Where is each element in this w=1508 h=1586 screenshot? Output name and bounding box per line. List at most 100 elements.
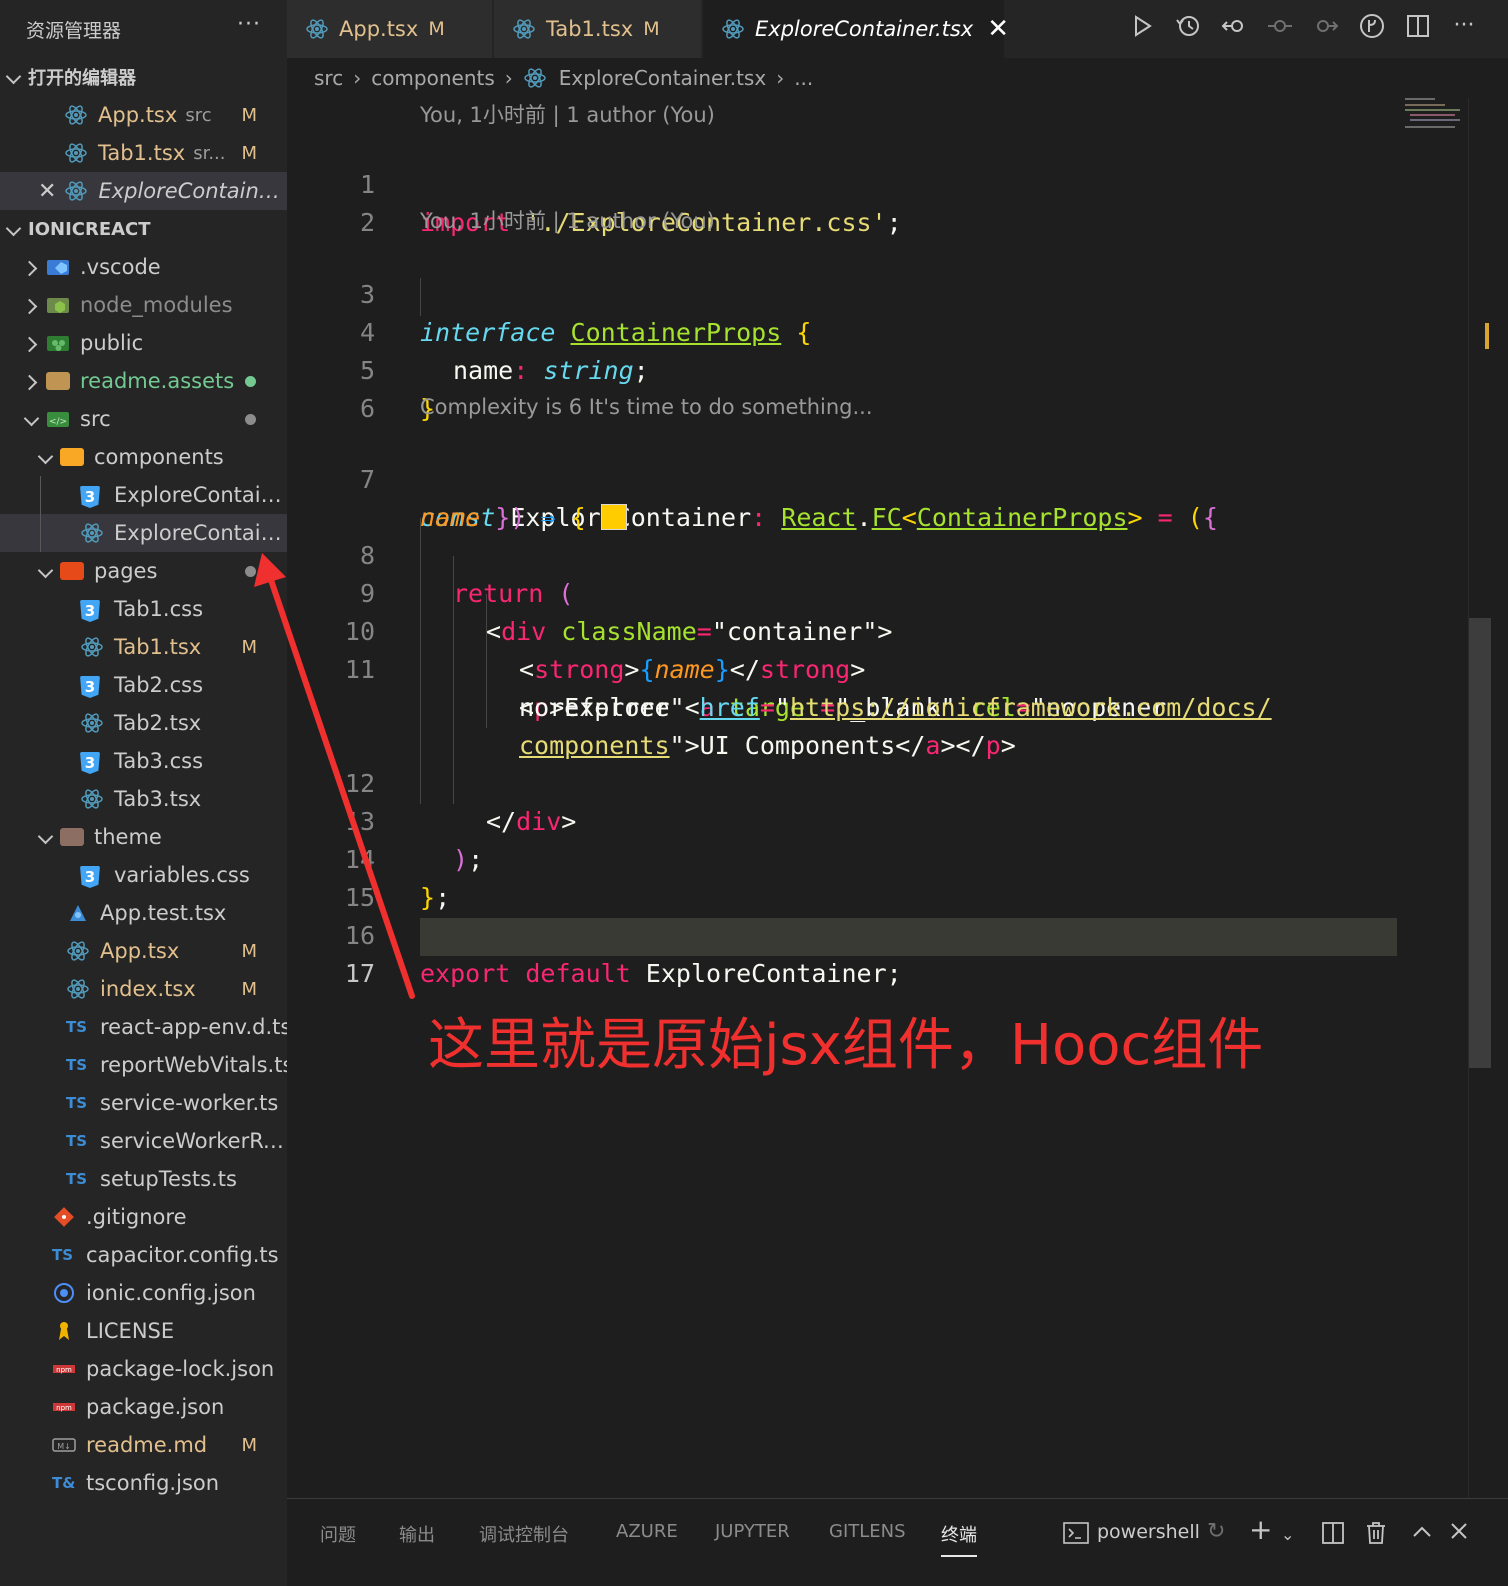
tree-file[interactable]: Tab2.tsx: [0, 704, 287, 742]
editor-tab-bar: App.tsx M Tab1.tsx M ExploreContainer.ts…: [287, 0, 1508, 58]
react-icon: [64, 103, 88, 127]
code-line: 13 );: [287, 765, 1397, 874]
vertical-scrollbar[interactable]: [1468, 98, 1491, 1498]
chevron-right-icon: [24, 298, 38, 312]
more-actions-icon[interactable]: ···: [1450, 12, 1478, 40]
tab-output[interactable]: 输出: [399, 1521, 435, 1547]
tree-indent-guide: [40, 476, 41, 552]
folder-name: src: [80, 407, 111, 431]
tree-folder[interactable]: theme: [0, 818, 287, 856]
tab-explorecontainer-tsx[interactable]: ExploreContainer.tsx ✕: [703, 0, 1009, 58]
split-terminal-icon[interactable]: [1321, 1521, 1345, 1551]
tree-file[interactable]: TS capacitor.config.ts: [0, 1236, 287, 1274]
tab-debug-console[interactable]: 调试控制台: [479, 1521, 569, 1547]
previous-change-icon[interactable]: [1220, 12, 1248, 40]
code-line: 7 const ExploreContainer: React.FC<Conta…: [287, 423, 1397, 532]
tab-tab1-tsx[interactable]: Tab1.tsx M: [494, 0, 702, 58]
tree-file[interactable]: ionic.config.json: [0, 1274, 287, 1312]
tree-folder[interactable]: node_modules: [0, 286, 287, 324]
tree-file[interactable]: .gitignore: [0, 1198, 287, 1236]
tree-file[interactable]: App.tsx M: [0, 932, 287, 970]
tree-file[interactable]: 3 ExploreContain...: [0, 476, 287, 514]
chevron-down-icon[interactable]: ⌄: [1281, 1525, 1294, 1544]
history-icon[interactable]: [1174, 12, 1202, 40]
trash-icon[interactable]: [1365, 1521, 1387, 1551]
code-editor[interactable]: You, 1小时前 | 1 author (You) 1 import './E…: [287, 98, 1468, 1498]
close-icon[interactable]: ✕: [38, 179, 56, 204]
tree-file[interactable]: TS serviceWorkerRe...: [0, 1122, 287, 1160]
tree-file[interactable]: 3 Tab1.css: [0, 590, 287, 628]
chevron-down-icon: [24, 412, 38, 426]
react-icon: [80, 711, 104, 735]
code-line: 3 interface ContainerProps {: [287, 238, 1397, 347]
tab-gitlens[interactable]: GITLENS: [829, 1521, 906, 1542]
tab-label: ExploreContainer.tsx: [755, 17, 974, 41]
close-panel-icon[interactable]: [1449, 1521, 1469, 1547]
tab-azure[interactable]: AZURE: [616, 1521, 678, 1542]
split-editor-icon[interactable]: [1404, 12, 1432, 40]
tree-folder[interactable]: .vscode: [0, 248, 287, 286]
tree-file[interactable]: npm package.json: [0, 1388, 287, 1426]
breadcrumb-item[interactable]: ExploreContainer.tsx: [559, 66, 766, 90]
tree-file[interactable]: TS react-app-env.d.ts: [0, 1008, 287, 1046]
tab-terminal[interactable]: 终端: [941, 1521, 977, 1557]
tab-app-tsx[interactable]: App.tsx M: [287, 0, 493, 58]
tab-jupyter[interactable]: JUPYTER: [715, 1521, 790, 1542]
tree-folder[interactable]: public: [0, 324, 287, 362]
git-blame-lens[interactable]: You, 1小时前 | 1 author (You): [420, 204, 715, 238]
tree-file[interactable]: 3 variables.css: [0, 856, 287, 894]
tree-file[interactable]: index.tsx M: [0, 970, 287, 1008]
breadcrumb-item[interactable]: ...: [794, 66, 813, 90]
tree-file[interactable]: TS reportWebVitals.ts: [0, 1046, 287, 1084]
tree-file[interactable]: Tab3.tsx: [0, 780, 287, 818]
gitlens-icon[interactable]: [1358, 12, 1386, 40]
code-line: 8 return (: [287, 499, 1397, 608]
tab-problems[interactable]: 问题: [320, 1521, 356, 1547]
git-blame-lens[interactable]: You, 1小时前 | 1 author (You): [420, 98, 715, 132]
tree-file[interactable]: App.test.tsx: [0, 894, 287, 932]
file-name: readme.md: [86, 1433, 208, 1457]
complexity-lens[interactable]: Complexity is 6 It's time to do somethin…: [420, 390, 873, 424]
file-name: ExploreContain...: [114, 521, 287, 545]
tree-folder[interactable]: readme.assets: [0, 362, 287, 400]
tree-file[interactable]: T& tsconfig.json: [0, 1464, 287, 1502]
open-editor-item[interactable]: Tab1.tsx sr... M: [0, 134, 287, 172]
open-editor-item-active[interactable]: ✕ ExploreContainer...: [0, 172, 287, 210]
explorer-more-icon[interactable]: ···: [237, 12, 261, 37]
maximize-panel-icon[interactable]: [1411, 1521, 1433, 1549]
tree-file[interactable]: TS service-worker.ts: [0, 1084, 287, 1122]
explorer-title: 资源管理器: [26, 19, 122, 42]
tree-folder[interactable]: </> src: [0, 400, 287, 438]
project-label: IONICREACT: [28, 218, 151, 240]
close-tab-icon[interactable]: ✕: [987, 14, 1009, 44]
breadcrumb-item[interactable]: src: [314, 66, 343, 90]
scrollbar-thumb[interactable]: [1469, 618, 1491, 1068]
git-status: M: [241, 142, 257, 164]
explorer-sidebar: 资源管理器 ··· 打开的编辑器 App.tsx src M Tab1.tsx …: [0, 0, 287, 1586]
next-change-icon[interactable]: [1312, 12, 1340, 40]
css-icon: 3: [80, 483, 104, 508]
src-folder-icon: </>: [46, 407, 70, 431]
open-editors-section[interactable]: 打开的编辑器: [0, 58, 287, 96]
tree-file[interactable]: LICENSE: [0, 1312, 287, 1350]
restart-icon[interactable]: ↻: [1207, 1519, 1225, 1544]
code-line: 1 import './ExploreContainer.css';: [287, 128, 1397, 237]
tree-file[interactable]: TS setupTests.ts: [0, 1160, 287, 1198]
tree-folder[interactable]: components: [0, 438, 287, 476]
run-icon[interactable]: [1128, 12, 1156, 40]
tree-file[interactable]: M↓ readme.md M: [0, 1426, 287, 1464]
file-name: variables.css: [114, 863, 250, 887]
breadcrumb-item[interactable]: components: [371, 66, 495, 90]
project-section[interactable]: IONICREACT: [0, 210, 287, 248]
tree-file[interactable]: npm package-lock.json: [0, 1350, 287, 1388]
minimap[interactable]: [1400, 96, 1470, 136]
tree-file[interactable]: 3 Tab2.css: [0, 666, 287, 704]
commit-icon[interactable]: [1266, 12, 1294, 40]
tree-file[interactable]: 3 Tab3.css: [0, 742, 287, 780]
new-terminal-icon[interactable]: +: [1249, 1513, 1272, 1546]
tree-folder[interactable]: pages: [0, 552, 287, 590]
tree-file[interactable]: Tab1.tsx M: [0, 628, 287, 666]
open-editor-item[interactable]: App.tsx src M: [0, 96, 287, 134]
terminal-name[interactable]: powershell: [1097, 1521, 1200, 1543]
tree-file-selected[interactable]: ExploreContain...: [0, 514, 287, 552]
